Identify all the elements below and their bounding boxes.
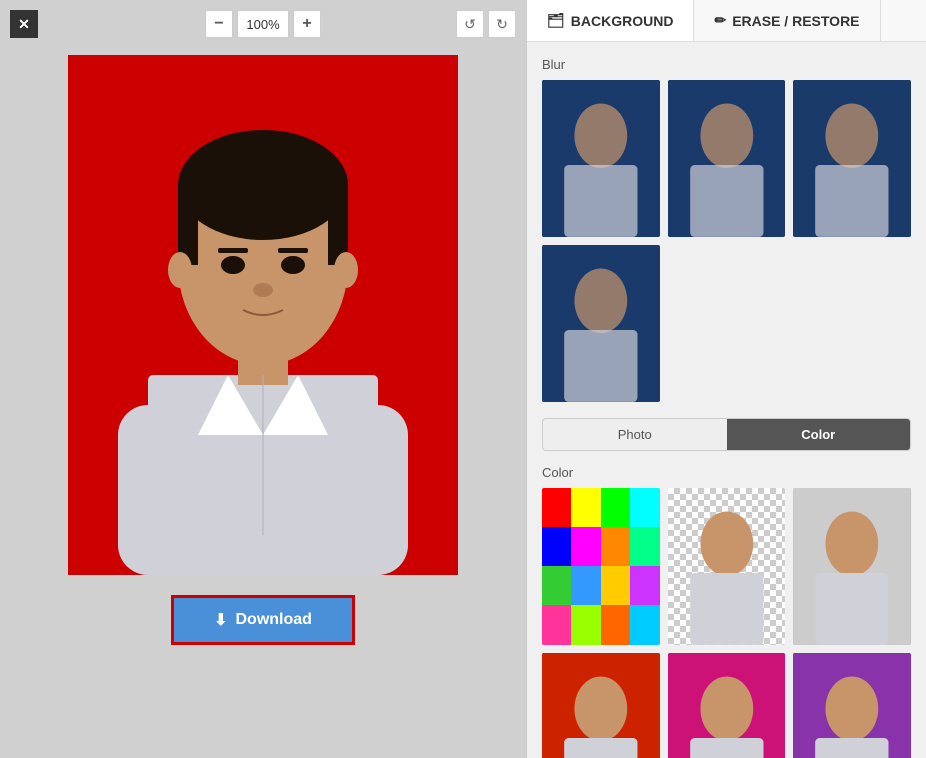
redo-button[interactable]: ↻	[488, 10, 516, 38]
blur-thumb-4-svg	[542, 245, 660, 402]
zoom-out-button[interactable]: −	[205, 10, 233, 38]
download-button[interactable]: ⬇ Download	[171, 595, 355, 645]
blur-thumb-2[interactable]	[668, 80, 786, 237]
color-section-label: Color	[542, 465, 911, 480]
blur-thumb-4[interactable]	[542, 245, 660, 402]
red-bg-thumb[interactable]	[542, 653, 660, 758]
download-label: Download	[235, 611, 311, 629]
erase-restore-tab-label: ERASE / RESTORE	[732, 13, 859, 29]
blur-thumb-1-svg	[542, 80, 660, 237]
erase-restore-tab[interactable]: ✏ ERASE / RESTORE	[694, 0, 880, 41]
background-icon: 🗂	[547, 12, 565, 29]
blur-thumb-1[interactable]	[542, 80, 660, 237]
zoom-controls: − 100% +	[205, 10, 321, 38]
download-area: ⬇ Download	[171, 595, 355, 645]
blur-section-label: Blur	[542, 57, 911, 72]
purple-bg-thumb[interactable]	[793, 653, 911, 758]
no-bg-thumb-svg	[793, 488, 911, 645]
photo-color-toggle: Photo Color	[542, 418, 911, 451]
transparent-thumb-svg	[668, 488, 786, 645]
color-grid-row2	[542, 653, 911, 758]
background-tab[interactable]: 🗂 BACKGROUND	[527, 0, 694, 41]
left-panel: ✕ − 100% + ↺ ↻	[0, 0, 526, 758]
history-controls: ↺ ↻	[456, 10, 516, 38]
undo-button[interactable]: ↺	[456, 10, 484, 38]
download-icon: ⬇	[214, 610, 227, 630]
right-header-tabs: 🗂 BACKGROUND ✏ ERASE / RESTORE	[527, 0, 926, 42]
color-toggle-button[interactable]: Color	[727, 419, 911, 450]
transparent-thumb[interactable]	[668, 488, 786, 645]
erase-icon: ✏	[714, 12, 726, 29]
pink-bg-thumb[interactable]	[668, 653, 786, 758]
photo-toggle-button[interactable]: Photo	[543, 419, 727, 450]
blur-thumb-3[interactable]	[793, 80, 911, 237]
app-container: ✕ − 100% + ↺ ↻	[0, 0, 926, 758]
no-bg-thumb[interactable]	[793, 488, 911, 645]
right-content[interactable]: Blur	[527, 42, 926, 758]
image-canvas	[68, 55, 458, 575]
blur-thumb-2-svg	[668, 80, 786, 237]
close-button[interactable]: ✕	[10, 10, 38, 38]
background-tab-label: BACKGROUND	[571, 13, 674, 29]
zoom-in-button[interactable]: +	[293, 10, 321, 38]
photo-svg	[68, 55, 458, 575]
blur-thumb-3-svg	[793, 80, 911, 237]
color-palette-thumb[interactable]	[542, 488, 660, 645]
right-panel: 🗂 BACKGROUND ✏ ERASE / RESTORE Blur	[526, 0, 926, 758]
color-grid-row1	[542, 488, 911, 645]
blur-thumbnails-grid	[542, 80, 911, 402]
zoom-level-display: 100%	[237, 10, 289, 38]
color-swatch-inner	[542, 488, 660, 645]
